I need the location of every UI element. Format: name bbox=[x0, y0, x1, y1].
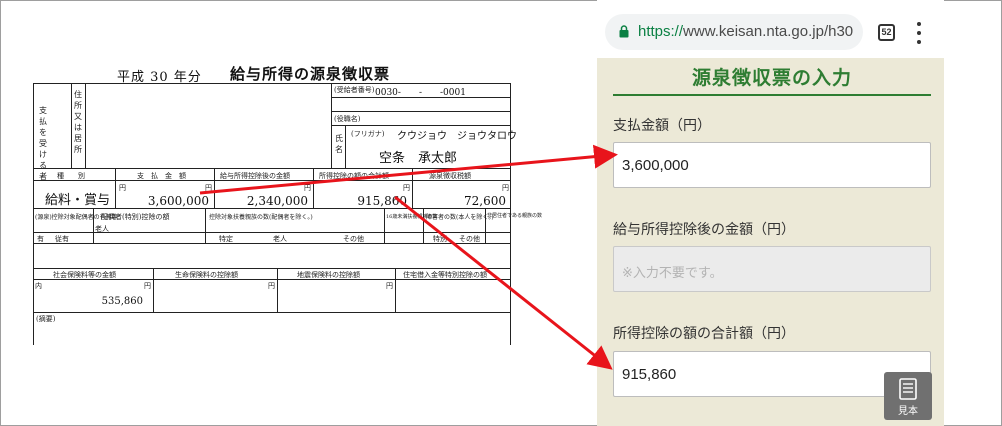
sample-button-label: 見本 bbox=[898, 406, 918, 417]
old-label: 老人 bbox=[273, 235, 287, 243]
browser-toolbar: https://www.keisan.nta.go.jp/h30/ 52 bbox=[597, 0, 944, 58]
have-label: 有 bbox=[37, 235, 44, 243]
recipient-number: 0030- - -0001 bbox=[375, 88, 466, 98]
payment-amount-value: 3,600,000 bbox=[622, 157, 689, 174]
specific-label: 特定 bbox=[219, 235, 233, 243]
total-deduction-value: 915,860 bbox=[357, 194, 407, 208]
url-host: www.keisan.nta.go.jp/h30/ bbox=[683, 23, 853, 40]
after-deduction-input: ※入力不要です。 bbox=[613, 246, 931, 292]
heading-divider bbox=[613, 94, 931, 96]
remarks-label: (摘要) bbox=[36, 315, 56, 323]
header-after-deduction: 給与所得控除後の金額 bbox=[220, 172, 290, 180]
yen-mark: 円 bbox=[403, 184, 410, 192]
address-bar[interactable]: https://www.keisan.nta.go.jp/h30/ bbox=[605, 14, 863, 50]
disabled-label: 障害者の数(本人を除く。) bbox=[426, 214, 494, 221]
sample-button[interactable]: 見本 bbox=[884, 372, 932, 420]
furigana-value: クウジョウ ジョウタロウ bbox=[397, 131, 517, 142]
header-total-deduction: 所得控除の額の合計額 bbox=[319, 172, 389, 180]
name-value: 空条 承太郎 bbox=[379, 151, 458, 166]
header-type: 種 別 bbox=[57, 172, 85, 180]
tabs-icon[interactable]: 52 bbox=[878, 24, 895, 41]
life-insurance-label: 生命保険料の控除額 bbox=[175, 271, 238, 279]
subordinate-label: 従有 bbox=[55, 235, 69, 243]
lock-icon bbox=[619, 25, 629, 38]
payment-amount-input[interactable]: 3,600,000 bbox=[613, 142, 931, 188]
recipient-number-label: (受給者番号) bbox=[334, 86, 375, 94]
slip-title: 給与所得の源泉徴収票 bbox=[230, 65, 391, 83]
yen-mark: 円 bbox=[119, 184, 126, 192]
dependents-label: 控除対象扶養親族の数(配偶者を除く。) bbox=[209, 214, 313, 221]
payment-amount-label: 支払金額（円） bbox=[613, 118, 711, 134]
non-resident-label: 非居住者である親族の数 bbox=[487, 213, 542, 219]
total-deduction-value: 915,860 bbox=[622, 366, 677, 383]
earthquake-label: 地震保険料の控除額 bbox=[297, 271, 360, 279]
yen-mark: 円 bbox=[304, 184, 311, 192]
withholding-value: 72,600 bbox=[464, 194, 506, 208]
withholding-slip: 平成 30 年分 給与所得の源泉徴収票 支払を受ける者 住所又は居所 (受給者番… bbox=[0, 0, 560, 426]
other-label-2: その他 bbox=[459, 235, 480, 243]
name-label: 氏名 bbox=[335, 134, 343, 154]
document-icon bbox=[899, 378, 917, 400]
yen-mark: 円 bbox=[268, 282, 275, 290]
yen-mark: 円 bbox=[386, 282, 393, 290]
slip-grid: 支払を受ける者 住所又は居所 (受給者番号) 0030- - -0001 (役職… bbox=[33, 83, 542, 345]
type-value: 給料・賞与 bbox=[45, 193, 111, 208]
social-insurance-label: 社会保険料等の金額 bbox=[53, 271, 116, 279]
menu-icon[interactable] bbox=[915, 22, 923, 44]
url-text[interactable]: https://www.keisan.nta.go.jp/h30/ bbox=[638, 23, 853, 40]
social-insurance-value: 535,860 bbox=[101, 296, 143, 307]
spouse-deduction-label: 配偶者(特別)控除の額 bbox=[101, 213, 170, 221]
yen-mark: 円 bbox=[144, 282, 151, 290]
form-heading: 源泉徴収票の入力 bbox=[691, 67, 852, 89]
inner-mark: 内 bbox=[35, 282, 42, 290]
old-age-label: 老人 bbox=[95, 225, 109, 233]
url-scheme: https:// bbox=[638, 23, 684, 40]
address-label: 住所又は居所 bbox=[74, 90, 82, 154]
yen-mark: 円 bbox=[502, 184, 509, 192]
other-label: その他 bbox=[343, 235, 364, 243]
header-withholding: 源泉徴収税額 bbox=[429, 172, 471, 180]
furigana-label: (フリガナ) bbox=[351, 130, 385, 138]
recipient-label: 支払を受ける者 bbox=[39, 106, 47, 181]
total-deduction-label: 所得控除の額の合計額（円） bbox=[613, 326, 795, 342]
housing-loan-label: 住宅借入金等特別控除の額 bbox=[403, 271, 487, 279]
header-payment: 支 払 金 額 bbox=[137, 172, 186, 180]
yen-mark: 円 bbox=[205, 184, 212, 192]
after-deduction-value: 2,340,000 bbox=[246, 194, 308, 208]
special-label: 特別 bbox=[433, 235, 447, 243]
after-deduction-placeholder: ※入力不要です。 bbox=[622, 266, 723, 281]
position-label: (役職名) bbox=[334, 115, 361, 123]
phone-screen: https://www.keisan.nta.go.jp/h30/ 52 源泉徴… bbox=[597, 0, 944, 426]
payment-value: 3,600,000 bbox=[147, 194, 209, 208]
after-deduction-label: 給与所得控除後の金額（円） bbox=[613, 222, 795, 238]
status-bar bbox=[597, 0, 944, 6]
